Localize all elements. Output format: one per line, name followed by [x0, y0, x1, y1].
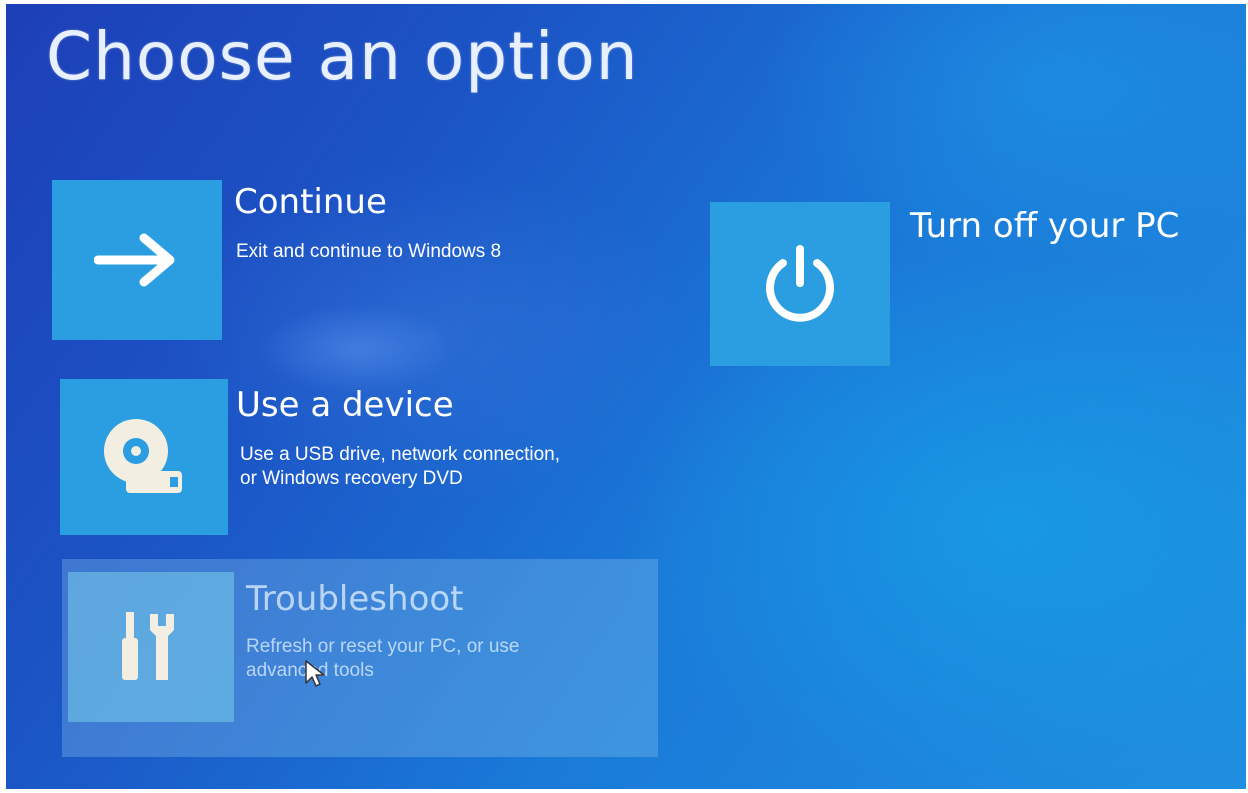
continue-tile[interactable] — [52, 180, 222, 340]
troubleshoot-description: Refresh or reset your PC, or use advance… — [246, 635, 520, 683]
troubleshoot-title: Troubleshoot — [246, 579, 464, 619]
tools-icon — [122, 612, 174, 680]
continue-description: Exit and continue to Windows 8 — [236, 240, 501, 264]
continue-title: Continue — [234, 182, 387, 222]
screen-glare — [256, 304, 456, 394]
troubleshoot-tile[interactable] — [68, 572, 234, 722]
use-a-device-description-line-2: or Windows recovery DVD — [240, 468, 463, 489]
mouse-cursor-icon — [305, 660, 325, 687]
troubleshoot-description-line-1: Refresh or reset your PC, or use — [246, 636, 520, 657]
power-icon — [766, 245, 834, 322]
use-a-device-description-line-1: Use a USB drive, network connection, — [240, 444, 560, 465]
recovery-screen: Choose an option Continue Exit and conti… — [6, 4, 1246, 789]
arrow-right-icon — [94, 233, 175, 287]
turn-off-tile[interactable] — [710, 202, 890, 366]
turn-off-title: Turn off your PC — [910, 206, 1180, 246]
use-a-device-description: Use a USB drive, network connection, or … — [240, 443, 560, 491]
page-title: Choose an option — [46, 18, 639, 95]
use-a-device-title: Use a device — [236, 385, 454, 425]
continue-description-line: Exit and continue to Windows 8 — [236, 241, 502, 262]
disc-drive-icon — [104, 419, 182, 493]
troubleshoot-description-line-2: advanced tools — [246, 660, 374, 681]
use-a-device-tile[interactable] — [60, 379, 228, 535]
